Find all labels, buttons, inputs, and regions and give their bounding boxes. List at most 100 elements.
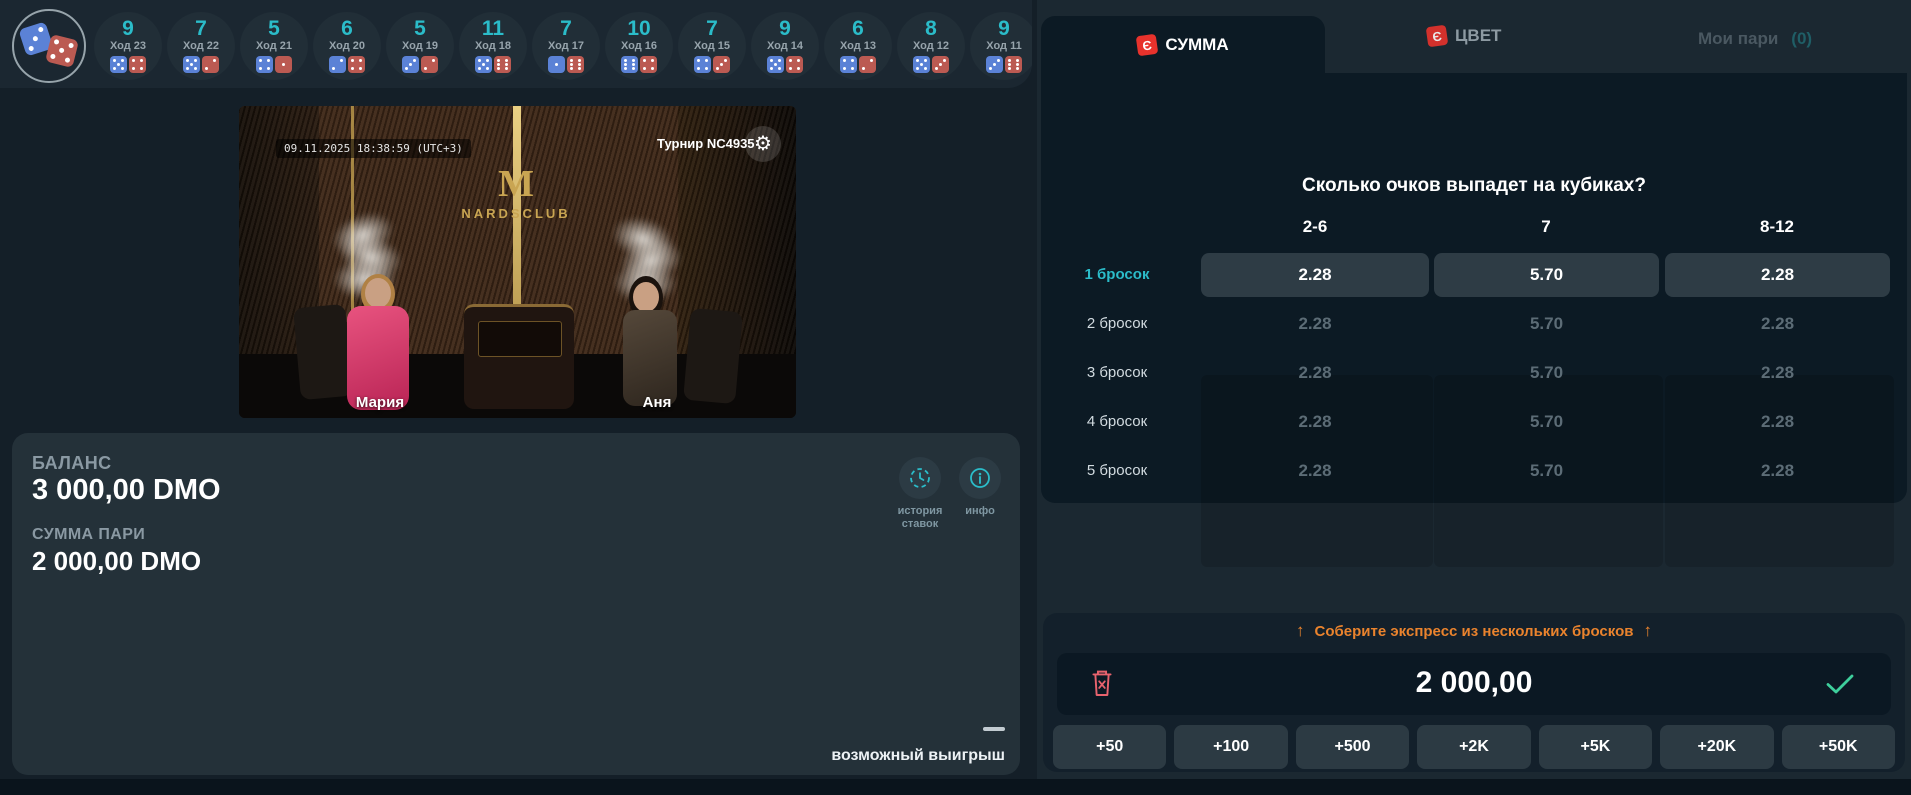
odds-button-7[interactable]: 5.70: [1434, 351, 1659, 395]
blue-die-icon: [256, 56, 273, 73]
blue-die-icon: [694, 56, 711, 73]
dice-mode-button[interactable]: [12, 9, 86, 83]
chip-buttons-row: +50+100+500+2K+5K+20K+50K: [1053, 725, 1895, 769]
balance-label: БАЛАНС: [32, 453, 112, 474]
roll-history-item[interactable]: 6Ход 20: [313, 4, 381, 84]
throw-count-label: 3 бросок: [1037, 351, 1197, 395]
odds-button-2-6[interactable]: 2.28: [1201, 449, 1429, 493]
roll-history-item[interactable]: 8Ход 12: [897, 4, 965, 84]
roll-history-item[interactable]: 7Ход 22: [167, 4, 235, 84]
red-die-icon: [932, 56, 949, 73]
up-arrow-icon: ↑: [1296, 621, 1305, 641]
odds-row-1-бросок: 1 бросок2.285.702.28: [1037, 253, 1911, 297]
roll-history-item[interactable]: 9Ход 11: [970, 4, 1032, 84]
confirm-bet-button[interactable]: [1825, 673, 1855, 695]
roll-total: 9: [779, 18, 791, 40]
blue-die-icon: [767, 56, 784, 73]
roll-history-item[interactable]: 7Ход 15: [678, 4, 746, 84]
odds-button-2-6[interactable]: 2.28: [1201, 400, 1429, 444]
red-die-icon: [348, 56, 365, 73]
roll-total: 5: [414, 18, 426, 40]
betting-panel: Є СУММА Є ЦВЕТ Мои пари (0) Сколько очко…: [1037, 0, 1911, 795]
odds-button-7[interactable]: 5.70: [1434, 253, 1659, 297]
throw-count-label: 4 бросок: [1037, 400, 1197, 444]
stream-timestamp: 09.11.2025 18:38:59 (UTC+3): [276, 139, 471, 158]
tab-summa[interactable]: Є СУММА: [1037, 16, 1329, 73]
chip-button-5K[interactable]: +5K: [1539, 725, 1652, 769]
red-die-icon: [859, 56, 876, 73]
red-die-icon: [45, 34, 79, 68]
player-name-right: Аня: [643, 394, 672, 411]
table-brand-logo: M NARDSCLUB: [454, 164, 578, 221]
odds-button-2-6[interactable]: 2.28: [1201, 302, 1429, 346]
roll-history-item[interactable]: 5Ход 21: [240, 4, 308, 84]
balance-value: 3 000,00 DMO: [32, 474, 221, 507]
chip-button-20K[interactable]: +20K: [1660, 725, 1773, 769]
bet-slip-section: ↑ Соберите экспресс из нескольких броско…: [1043, 613, 1905, 772]
roll-total: 6: [852, 18, 864, 40]
chair-left: [293, 304, 353, 400]
tab-tsvet[interactable]: Є ЦВЕТ: [1427, 26, 1501, 46]
betboom-coin-icon: Є: [1426, 25, 1449, 48]
blue-die-icon: [110, 56, 127, 73]
odds-button-8-12[interactable]: 2.28: [1665, 253, 1890, 297]
roll-history-item[interactable]: 9Ход 14: [751, 4, 819, 84]
chip-button-100[interactable]: +100: [1174, 725, 1287, 769]
roll-dice: [694, 56, 730, 73]
odds-button-8-12[interactable]: 2.28: [1665, 400, 1890, 444]
odds-button-7[interactable]: 5.70: [1434, 449, 1659, 493]
bet-amount-input[interactable]: 2 000,00: [1057, 666, 1891, 700]
roll-move-label: Ход 15: [694, 40, 730, 53]
check-icon: [1825, 673, 1855, 695]
roll-move-label: Ход 19: [402, 40, 438, 53]
roll-history-item[interactable]: 6Ход 13: [824, 4, 892, 84]
blue-die-icon: [183, 56, 200, 73]
roll-dice: [548, 56, 584, 73]
odds-button-8-12[interactable]: 2.28: [1665, 449, 1890, 493]
bet-history-button[interactable]: [899, 457, 941, 499]
gear-icon[interactable]: ⚙: [745, 126, 781, 162]
roll-history-item[interactable]: 10Ход 16: [605, 4, 673, 84]
red-die-icon: [421, 56, 438, 73]
roll-history-item[interactable]: 11Ход 18: [459, 4, 527, 84]
odds-button-7[interactable]: 5.70: [1434, 302, 1659, 346]
clock-icon: [908, 466, 932, 490]
chip-button-50[interactable]: +50: [1053, 725, 1166, 769]
throw-count-label: 5 бросок: [1037, 449, 1197, 493]
roll-total: 7: [195, 18, 207, 40]
roll-dice: [256, 56, 292, 73]
chip-button-500[interactable]: +500: [1296, 725, 1409, 769]
blue-die-icon: [840, 56, 857, 73]
odds-button-2-6[interactable]: 2.28: [1201, 351, 1429, 395]
roll-dice: [767, 56, 803, 73]
roll-history-item[interactable]: 5Ход 19: [386, 4, 454, 84]
stake-sum-label: СУММА ПАРИ: [32, 526, 145, 544]
roll-history-item[interactable]: 7Ход 17: [532, 4, 600, 84]
roll-total: 10: [627, 18, 650, 40]
roll-move-label: Ход 12: [913, 40, 949, 53]
player-name-left: Мария: [356, 394, 404, 411]
roll-move-label: Ход 23: [110, 40, 146, 53]
roll-dice: [110, 56, 146, 73]
odds-row-3-бросок: 3 бросок2.285.702.28: [1037, 351, 1911, 395]
roll-history-item[interactable]: 9Ход 23: [94, 4, 162, 84]
chip-button-2K[interactable]: +2K: [1417, 725, 1530, 769]
odds-button-7[interactable]: 5.70: [1434, 400, 1659, 444]
chip-button-50K[interactable]: +50K: [1782, 725, 1895, 769]
info-button[interactable]: [959, 457, 1001, 499]
roll-dice: [183, 56, 219, 73]
tab-my-bets[interactable]: Мои пари (0): [1698, 29, 1812, 49]
roll-move-label: Ход 20: [329, 40, 365, 53]
odds-button-2-6[interactable]: 2.28: [1201, 253, 1429, 297]
roll-total: 9: [122, 18, 134, 40]
video-stream: M NARDSCLUB 09.11.2025 18:38:: [239, 106, 796, 418]
roll-move-label: Ход 18: [475, 40, 511, 53]
odds-button-8-12[interactable]: 2.28: [1665, 351, 1890, 395]
roll-total: 7: [706, 18, 718, 40]
column-header-8-12: 8-12: [1760, 217, 1794, 237]
odds-button-8-12[interactable]: 2.28: [1665, 302, 1890, 346]
my-bets-count: (0): [1791, 29, 1812, 49]
blue-die-icon: [475, 56, 492, 73]
red-die-icon: [1005, 56, 1022, 73]
roll-total: 9: [998, 18, 1010, 40]
